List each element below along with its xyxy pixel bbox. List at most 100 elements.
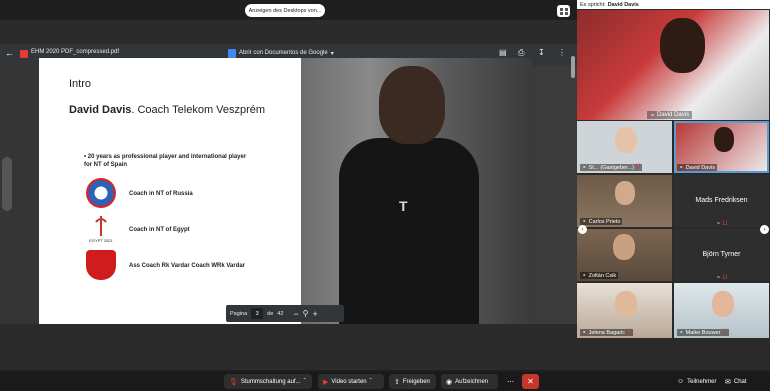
mic-muted-icon: ⚬ ⨿ bbox=[715, 221, 728, 227]
share-button[interactable]: ⇧ Freigeben bbox=[389, 374, 436, 389]
chevron-down-icon[interactable]: ˇ bbox=[304, 379, 306, 385]
mic-icon: ⚬ bbox=[582, 164, 587, 171]
end-call-button[interactable]: ✕ bbox=[522, 374, 539, 389]
page-label: Pagina bbox=[230, 310, 248, 317]
chat-icon: ✉ bbox=[725, 378, 731, 386]
participant-tile[interactable]: ⚬ Zoltán Csik bbox=[577, 229, 672, 281]
start-video-button[interactable]: ▶ Video starten ˇ bbox=[318, 374, 384, 389]
mic-icon: ⚬ bbox=[582, 272, 587, 279]
google-docs-icon bbox=[228, 48, 236, 58]
more-options-icon[interactable]: ⋯ bbox=[503, 374, 518, 389]
participant-name: ⚬ St... (Gastgeber...) ⨿ bbox=[580, 164, 643, 171]
chevron-down-icon[interactable]: ▾ bbox=[331, 50, 334, 57]
zoom-in-icon[interactable]: + bbox=[313, 309, 318, 319]
pdf-title: EHM 2020 PDF_compressed.pdf bbox=[31, 49, 120, 55]
mic-muted-icon: ⨿ bbox=[722, 329, 727, 335]
participant-name: Björn Tyrner bbox=[702, 251, 741, 258]
participant-tile[interactable]: Mads Fredriksen ⚬ ⨿ bbox=[674, 175, 769, 227]
chevron-down-icon[interactable]: ˇ bbox=[370, 379, 372, 385]
slide-person-body bbox=[339, 138, 479, 324]
mic-muted-icon: ⨿ bbox=[636, 164, 641, 170]
participants-label: Teilnehmer bbox=[687, 378, 717, 385]
record-button[interactable]: ◉ Aufzeichnen bbox=[441, 374, 498, 389]
participant-name: ⚬ Carlos Prieto bbox=[580, 218, 623, 225]
participants-icon: ☺ bbox=[677, 378, 685, 385]
record-label: Aufzeichnen bbox=[455, 378, 489, 385]
participant-tile[interactable]: ⚬ Jelena Bagaric ⨿ bbox=[577, 283, 672, 338]
participant-tile[interactable]: ⚬ Maike Bouwer ⨿ bbox=[674, 283, 769, 338]
print-icon[interactable]: ⎙ bbox=[518, 48, 528, 58]
comment-icon[interactable]: ▤ bbox=[499, 48, 509, 58]
share-label: Freigeben bbox=[402, 378, 430, 385]
participant-name: Mads Fredriksen bbox=[695, 197, 748, 204]
mic-muted-icon: 🎙 bbox=[229, 378, 238, 386]
open-with-label: Abrir con Documentos de Google bbox=[239, 50, 328, 56]
participant-avatar bbox=[615, 127, 637, 153]
zoom-icon[interactable]: ⚲ bbox=[303, 309, 309, 318]
mute-label: Stummschaltung auf... bbox=[240, 378, 301, 385]
slide-item-3: Ass Coach Rk Vardar Coach WRk Vardar bbox=[129, 263, 246, 269]
mic-icon: ⚬ bbox=[582, 329, 587, 336]
participant-avatar bbox=[613, 234, 635, 260]
active-speaker-label: Es spricht: David Davis bbox=[577, 0, 770, 9]
egypt-2021-logo: EGYPT 2021 bbox=[86, 214, 116, 244]
pdf-page: T Intro David Davis. Coach Telekom Veszp… bbox=[39, 58, 532, 324]
record-icon: ◉ bbox=[446, 378, 453, 386]
participant-name: ⚬ Zoltán Csik bbox=[580, 272, 619, 279]
russia-handball-logo bbox=[86, 178, 116, 208]
participant-name: ⚬ Maike Bouwer ⨿ bbox=[677, 329, 729, 336]
pdf-file-icon bbox=[20, 50, 28, 58]
slide-heading: Intro bbox=[69, 78, 92, 90]
chat-label: Chat bbox=[733, 378, 747, 385]
participants-button[interactable]: ☺ Teilnehmer bbox=[672, 374, 718, 389]
video-label: Video starten bbox=[331, 378, 367, 385]
active-speaker-name: ⚬ David Davis bbox=[647, 111, 693, 119]
download-icon[interactable]: ↧ bbox=[538, 48, 548, 58]
video-off-icon: ▶ bbox=[323, 378, 329, 386]
participant-tile[interactable]: Björn Tyrner ⚬ ⨿ bbox=[674, 229, 769, 281]
slide-person-head bbox=[379, 66, 445, 144]
zoom-out-icon[interactable]: − bbox=[293, 309, 298, 319]
mic-muted-icon: ⨿ bbox=[627, 329, 632, 335]
slide-item-1: Coach in NT of Russia bbox=[129, 191, 193, 197]
scrollbar[interactable] bbox=[571, 56, 575, 78]
vardar-crest-logo bbox=[86, 250, 116, 280]
shirt-logo: T bbox=[399, 198, 408, 214]
blurred-background-right bbox=[532, 66, 577, 324]
participant-tile[interactable]: ⚬ David Davis bbox=[674, 121, 769, 173]
meeting-toolbar bbox=[0, 372, 770, 391]
participant-avatar bbox=[615, 181, 635, 205]
page-total: 42 bbox=[277, 310, 284, 317]
slide-bullet: • 20 years as professional player and in… bbox=[84, 154, 247, 168]
participant-name: ⚬ Jelena Bagaric ⨿ bbox=[580, 329, 634, 336]
svg-text:EGYPT 2021: EGYPT 2021 bbox=[89, 238, 113, 243]
mic-icon: ⚬ bbox=[679, 329, 684, 336]
floating-zoom-control[interactable] bbox=[2, 157, 12, 211]
slide-item-2: Coach in NT of Egypt bbox=[129, 227, 190, 233]
mic-muted-icon: ⚬ ⨿ bbox=[715, 275, 728, 281]
participant-name: ⚬ David Davis bbox=[677, 164, 717, 171]
chat-button[interactable]: ✉ Chat bbox=[720, 374, 754, 389]
chevron-right-icon[interactable]: › bbox=[760, 225, 769, 234]
participant-tile[interactable]: ⚬ St... (Gastgeber...) ⨿ bbox=[577, 121, 672, 173]
share-icon: ⇧ bbox=[394, 378, 400, 386]
more-vert-icon[interactable]: ⋮ bbox=[558, 48, 568, 58]
page-number-input[interactable]: 3 bbox=[251, 308, 264, 319]
app-window: Anzeigen des Desktops von... ← EHM 2020 … bbox=[0, 0, 770, 391]
participant-avatar bbox=[615, 291, 637, 317]
share-view-button[interactable]: Anzeigen des Desktops von... bbox=[245, 4, 325, 17]
active-speaker-face bbox=[660, 18, 705, 73]
back-arrow-icon[interactable]: ← bbox=[5, 48, 14, 58]
chevron-left-icon[interactable]: ‹ bbox=[578, 225, 587, 234]
mute-button[interactable]: 🎙 Stummschaltung auf... ˇ bbox=[224, 374, 312, 389]
participant-avatar bbox=[714, 127, 734, 152]
participant-avatar bbox=[712, 291, 734, 317]
slide-name-line: David Davis. Coach Telekom Veszprém bbox=[69, 104, 266, 116]
page-of-label: de bbox=[267, 310, 274, 317]
grid-view-icon[interactable] bbox=[557, 5, 570, 17]
page-navigation-bar: Pagina 3 de 42 − ⚲ + bbox=[226, 305, 344, 322]
mic-icon: ⚬ bbox=[582, 218, 587, 225]
mic-icon: ⚬ bbox=[650, 112, 656, 119]
mic-icon: ⚬ bbox=[679, 164, 684, 171]
participant-tile[interactable]: ⚬ Carlos Prieto bbox=[577, 175, 672, 227]
